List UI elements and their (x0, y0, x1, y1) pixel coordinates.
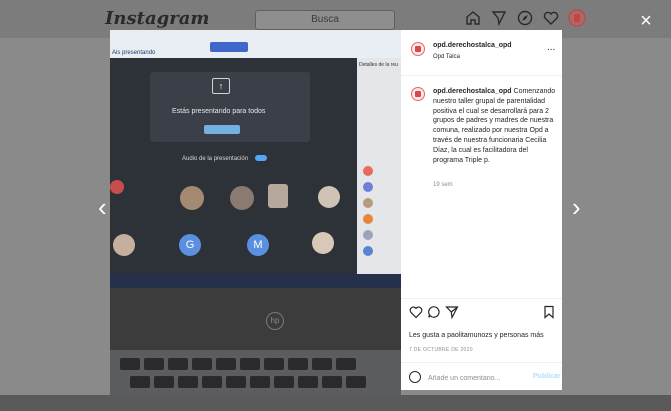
participant-avatar (318, 186, 340, 208)
likes-text[interactable]: Les gusta a paolitamunozs y personas más (409, 332, 544, 339)
post-username[interactable]: opd.derechostalca_opd (433, 42, 512, 49)
profile-icon[interactable] (568, 9, 586, 27)
more-options-icon[interactable]: ... (547, 42, 555, 53)
caption-avatar[interactable] (411, 87, 425, 101)
post-caption: opd.derechostalca_opd Comenzando nuestro… (433, 87, 557, 165)
add-comment-row: Publicar (401, 362, 562, 391)
meeting-side-panel: Detalles de la reu (357, 58, 401, 288)
post-location[interactable]: Opd Talca (433, 54, 460, 60)
save-bookmark-icon[interactable] (542, 305, 556, 319)
like-heart-icon[interactable] (409, 305, 423, 319)
bottom-thumbnails-strip (0, 395, 671, 411)
participant-avatar (110, 180, 124, 194)
screen-right-label: Detalles de la reu (359, 62, 398, 68)
nav-icons (464, 9, 586, 27)
stop-presenting-button (204, 125, 240, 134)
post-actions (401, 298, 562, 320)
participant-avatar (180, 186, 204, 210)
close-icon[interactable]: × (637, 11, 655, 31)
next-post-arrow-icon[interactable]: › (572, 194, 586, 220)
browser-button (210, 42, 248, 52)
search-box[interactable]: Busca (255, 10, 395, 30)
audio-toggle (255, 155, 267, 161)
participant-avatar (113, 234, 135, 256)
send-icon[interactable] (490, 9, 508, 27)
explore-icon[interactable] (516, 9, 534, 27)
home-icon[interactable] (464, 9, 482, 27)
audio-label: Audio de la presentación (182, 156, 249, 162)
instagram-logo[interactable]: Instagram (105, 8, 209, 29)
account-avatar[interactable] (411, 42, 425, 56)
screen-left-label: Ais presentando (112, 50, 156, 56)
participant-avatar (268, 184, 288, 208)
present-screen-icon: ↑ (212, 78, 230, 94)
post-date: 7 DE OCTUBRE DE 2020 (409, 347, 473, 353)
share-icon[interactable] (445, 305, 459, 320)
post-detail-panel: opd.derechostalca_opd Opd Talca ... opd.… (401, 30, 562, 390)
heart-icon[interactable] (542, 9, 560, 27)
caption-time: 19 sem (433, 182, 453, 188)
hp-logo: hp (266, 312, 284, 330)
comment-icon[interactable] (427, 305, 441, 319)
caption-text: Comenzando nuestro taller grupal de pare… (433, 88, 556, 164)
present-title: Estás presentando para todos (172, 108, 266, 115)
participant-avatar: G (179, 234, 201, 256)
laptop-bezel (110, 288, 401, 350)
emoji-smile-icon[interactable] (409, 371, 421, 383)
laptop-screen: Ais presentando Detalles de la reu ↑ Est… (110, 30, 401, 288)
comment-input[interactable] (428, 372, 528, 384)
publish-button[interactable]: Publicar (533, 373, 561, 380)
participant-avatar: M (247, 234, 269, 256)
browser-chrome: Ais presentando (110, 30, 401, 58)
caption-username[interactable]: opd.derechostalca_opd (433, 88, 512, 95)
search-placeholder: Busca (311, 14, 339, 25)
participant-avatar (312, 232, 334, 254)
participant-avatar (230, 186, 254, 210)
post-photo: Ais presentando Detalles de la reu ↑ Est… (110, 30, 401, 411)
post-header: opd.derechostalca_opd Opd Talca ... (401, 30, 562, 76)
windows-taskbar (110, 274, 401, 288)
